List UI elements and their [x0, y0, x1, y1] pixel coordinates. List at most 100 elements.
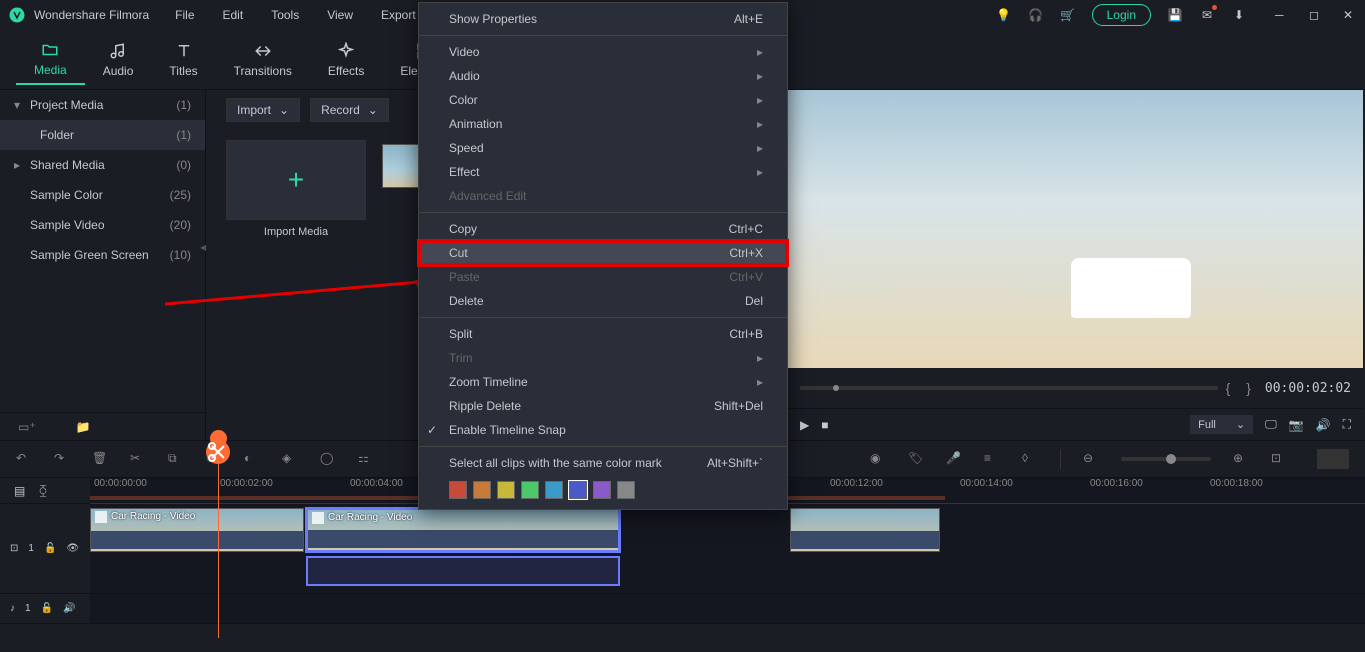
- plus-icon: +: [288, 164, 304, 196]
- redo-icon[interactable]: ↷: [54, 451, 70, 467]
- ctx-speed[interactable]: Speed▸: [419, 136, 787, 160]
- tab-media[interactable]: Media: [16, 35, 85, 85]
- track-content[interactable]: Car Racing - Video Car Racing - Video: [90, 504, 1365, 593]
- sidebar-item-folder[interactable]: Folder(1): [0, 120, 205, 150]
- menu-tools[interactable]: Tools: [265, 4, 305, 26]
- login-button[interactable]: Login: [1092, 4, 1151, 26]
- color-mark-yellow[interactable]: [497, 481, 515, 499]
- view-toggle[interactable]: [1317, 449, 1349, 469]
- color-mark-cyan[interactable]: [545, 481, 563, 499]
- lock-icon[interactable]: 🔓: [41, 603, 53, 614]
- zoom-slider[interactable]: [1121, 457, 1211, 461]
- playhead[interactable]: [218, 438, 219, 638]
- tab-audio[interactable]: Audio: [85, 36, 152, 84]
- timeline-clip[interactable]: [790, 508, 940, 552]
- timeline-clip-selected[interactable]: Car Racing - Video: [306, 508, 620, 552]
- green-screen-icon[interactable]: ◈: [282, 451, 298, 467]
- crop-icon[interactable]: ⧉: [168, 451, 184, 467]
- quality-dropdown[interactable]: Full⌄: [1190, 415, 1253, 434]
- new-folder-icon[interactable]: ▭⁺: [18, 420, 36, 434]
- ctx-show-properties[interactable]: Show PropertiesAlt+E: [419, 7, 787, 31]
- audio-sync-icon[interactable]: ≡: [984, 451, 1000, 467]
- ctx-select-same-color[interactable]: Select all clips with the same color mar…: [419, 451, 787, 475]
- lock-icon[interactable]: 🔓: [44, 543, 56, 554]
- panel-collapse-icon[interactable]: ◂: [200, 240, 206, 254]
- audio-selection[interactable]: [306, 556, 620, 586]
- headset-icon[interactable]: 🎧: [1028, 7, 1044, 23]
- tab-effects[interactable]: Effects: [310, 36, 382, 84]
- ctx-delete[interactable]: DeleteDel: [419, 289, 787, 313]
- in-out-brackets[interactable]: { }: [1226, 380, 1257, 396]
- color-mark-green[interactable]: [521, 481, 539, 499]
- play-icon[interactable]: ▶: [800, 418, 809, 432]
- color-mark-purple[interactable]: [593, 481, 611, 499]
- delete-icon[interactable]: 🗑: [92, 451, 108, 467]
- download-icon[interactable]: ⬇: [1231, 7, 1247, 23]
- ctx-zoom-timeline[interactable]: Zoom Timeline▸: [419, 370, 787, 394]
- ctx-color[interactable]: Color▸: [419, 88, 787, 112]
- menu-file[interactable]: File: [169, 4, 200, 26]
- sidebar-item-sample-video[interactable]: Sample Video(20): [0, 210, 205, 240]
- chevron-down-icon: ▾: [14, 98, 24, 112]
- speaker-icon[interactable]: 🔊: [63, 603, 75, 614]
- link-icon[interactable]: ⊡: [10, 543, 18, 554]
- ctx-copy[interactable]: CopyCtrl+C: [419, 217, 787, 241]
- mail-icon[interactable]: ✉: [1199, 7, 1215, 23]
- volume-icon[interactable]: 🔊: [1316, 418, 1331, 432]
- tab-titles[interactable]: Titles: [151, 36, 215, 84]
- preview-scrubber[interactable]: [800, 386, 1218, 390]
- scissors-icon[interactable]: ✂: [130, 451, 146, 467]
- cart-icon[interactable]: 🛒: [1060, 7, 1076, 23]
- color-mark-gray[interactable]: [617, 481, 635, 499]
- ctx-audio[interactable]: Audio▸: [419, 64, 787, 88]
- ctx-cut[interactable]: CutCtrl+X: [419, 241, 787, 265]
- clip-play-icon: [95, 511, 107, 523]
- ctx-ripple-delete[interactable]: Ripple DeleteShift+Del: [419, 394, 787, 418]
- folder-icon[interactable]: 📁: [76, 420, 91, 434]
- ctx-video[interactable]: Video▸: [419, 40, 787, 64]
- label-icon[interactable]: 🏷: [908, 451, 924, 467]
- color-mark-orange[interactable]: [473, 481, 491, 499]
- timeline-options-icon[interactable]: ▤: [14, 484, 25, 498]
- maximize-icon[interactable]: ◻: [1309, 8, 1323, 22]
- save-icon[interactable]: 💾: [1167, 7, 1183, 23]
- sidebar-item-project-media[interactable]: ▾Project Media(1): [0, 90, 205, 120]
- record-dropdown[interactable]: Record⌄: [310, 98, 389, 122]
- close-icon[interactable]: ✕: [1343, 8, 1357, 22]
- import-dropdown[interactable]: Import⌄: [226, 98, 300, 122]
- ctx-effect[interactable]: Effect▸: [419, 160, 787, 184]
- color-mark-red[interactable]: [449, 481, 467, 499]
- menu-view[interactable]: View: [321, 4, 359, 26]
- stop-icon[interactable]: ■: [821, 418, 828, 432]
- zoom-fit-icon[interactable]: ⊡: [1271, 451, 1287, 467]
- magnet-icon[interactable]: ⧲: [39, 483, 46, 498]
- menu-edit[interactable]: Edit: [217, 4, 250, 26]
- ctx-split[interactable]: SplitCtrl+B: [419, 322, 787, 346]
- voiceover-icon[interactable]: 🎤: [946, 451, 962, 467]
- eye-icon[interactable]: 👁: [66, 543, 79, 554]
- monitor-icon[interactable]: 🖵: [1265, 417, 1277, 432]
- ctx-enable-snap[interactable]: ✓Enable Timeline Snap: [419, 418, 787, 442]
- ducking-icon[interactable]: ◊: [1022, 451, 1038, 467]
- render-icon[interactable]: ◯: [320, 451, 336, 467]
- preview-viewport[interactable]: [788, 90, 1363, 368]
- import-media-button[interactable]: + Import Media: [226, 140, 366, 238]
- undo-icon[interactable]: ↶: [16, 451, 32, 467]
- minimize-icon[interactable]: ─: [1275, 8, 1289, 22]
- mixer-icon[interactable]: ◉: [870, 451, 886, 467]
- sidebar-item-shared-media[interactable]: ▸Shared Media(0): [0, 150, 205, 180]
- timeline-clip[interactable]: Car Racing - Video: [90, 508, 304, 552]
- tab-transitions[interactable]: Transitions: [216, 36, 310, 84]
- snapshot-icon[interactable]: 📷: [1289, 418, 1304, 432]
- ctx-animation[interactable]: Animation▸: [419, 112, 787, 136]
- zoom-in-icon[interactable]: ⊕: [1233, 451, 1249, 467]
- lightbulb-icon[interactable]: 💡: [996, 7, 1012, 23]
- menu-export[interactable]: Export: [375, 4, 422, 26]
- fullscreen-icon[interactable]: ⛶: [1343, 417, 1351, 432]
- color-icon[interactable]: ◐: [244, 451, 260, 467]
- zoom-out-icon[interactable]: ⊖: [1083, 451, 1099, 467]
- sidebar-item-sample-green[interactable]: Sample Green Screen(10): [0, 240, 205, 270]
- color-mark-blue[interactable]: [569, 481, 587, 499]
- marker-icon[interactable]: ⚏: [358, 451, 374, 467]
- sidebar-item-sample-color[interactable]: Sample Color(25): [0, 180, 205, 210]
